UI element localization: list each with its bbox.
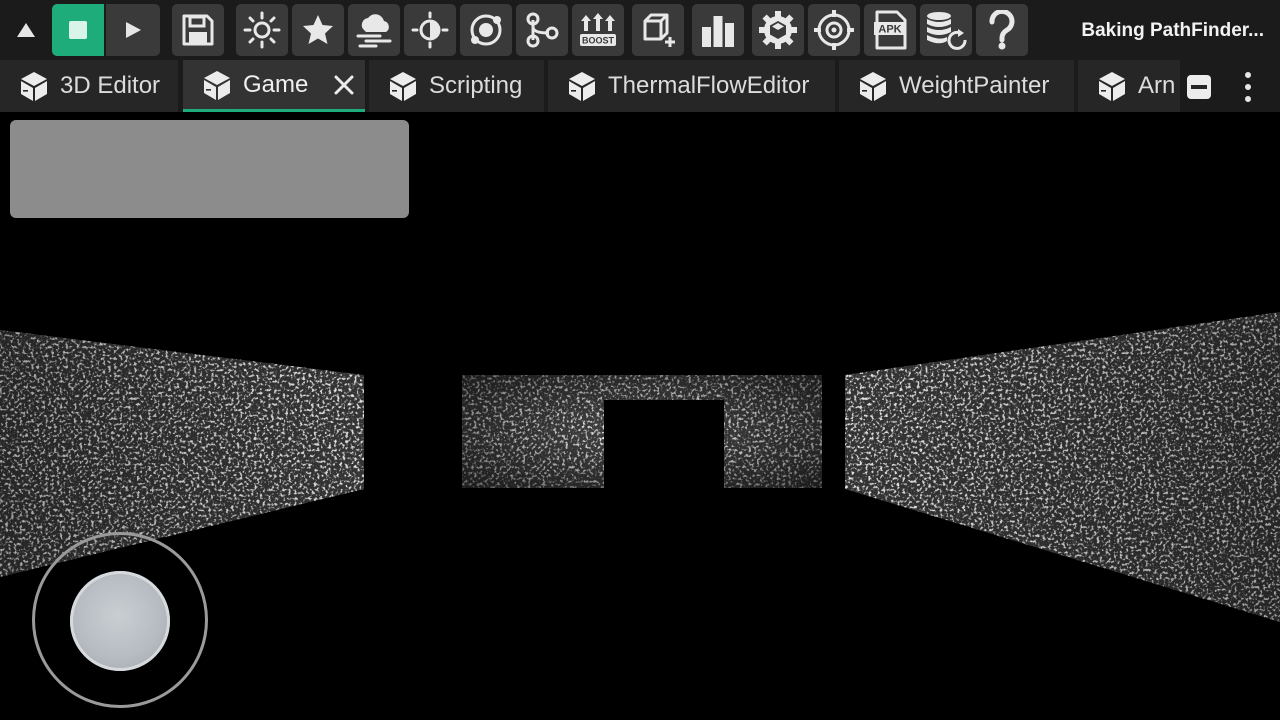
bar-chart-icon bbox=[702, 16, 734, 47]
info-overlay-panel bbox=[10, 120, 409, 218]
save-button[interactable] bbox=[172, 4, 224, 56]
tab-weight-painter[interactable]: WeightPainter bbox=[839, 60, 1074, 112]
lighting-button[interactable] bbox=[236, 4, 288, 56]
export-apk-button[interactable]: APK bbox=[864, 4, 916, 56]
database-refresh-icon bbox=[927, 12, 967, 50]
cube-plus-icon bbox=[643, 13, 675, 47]
game-viewport[interactable] bbox=[0, 112, 1280, 720]
tab-label: Scripting bbox=[429, 72, 523, 99]
triangle-up-icon bbox=[17, 23, 35, 37]
question-mark-icon bbox=[989, 10, 1015, 50]
boost-arrows-icon: BOOST bbox=[580, 13, 616, 46]
dot bbox=[1245, 96, 1251, 102]
cube-icon bbox=[21, 72, 47, 101]
minimize-icon[interactable] bbox=[1186, 74, 1212, 100]
stats-button[interactable] bbox=[692, 4, 744, 56]
target-button[interactable] bbox=[808, 4, 860, 56]
brightness-button[interactable] bbox=[404, 4, 456, 56]
tab-label: ThermalFlowEditor bbox=[608, 72, 810, 99]
half-sun-icon bbox=[411, 11, 449, 49]
cube-icon bbox=[569, 72, 595, 101]
orbit-button[interactable] bbox=[460, 4, 512, 56]
play-button[interactable] bbox=[106, 4, 160, 56]
weather-button[interactable] bbox=[348, 4, 400, 56]
help-button[interactable] bbox=[976, 4, 1028, 56]
cube-icon bbox=[204, 70, 230, 100]
baking-status-text: Baking PathFinder... bbox=[1081, 20, 1264, 41]
tab-game[interactable]: Game bbox=[183, 60, 365, 112]
tab-3d-editor[interactable]: 3D Editor bbox=[0, 60, 178, 112]
left-wall bbox=[0, 330, 364, 577]
collapse-toolbar-button[interactable] bbox=[6, 4, 46, 56]
toolbar: BOOST APK Baking PathFinder... bbox=[0, 0, 1280, 60]
tab-label: 3D Editor bbox=[60, 72, 161, 99]
dot bbox=[1245, 72, 1251, 78]
pathfinding-button[interactable] bbox=[516, 4, 568, 56]
star-icon bbox=[303, 15, 333, 44]
back-wall bbox=[462, 375, 822, 488]
close-icon[interactable] bbox=[333, 74, 355, 96]
cube-icon bbox=[1099, 72, 1125, 101]
right-wall bbox=[845, 312, 1280, 622]
favorites-button[interactable] bbox=[292, 4, 344, 56]
joystick-handle[interactable] bbox=[70, 571, 170, 671]
database-refresh-button[interactable] bbox=[920, 4, 972, 56]
stop-square-icon bbox=[69, 21, 87, 39]
tab-bar: 3D Editor Game Scripting ThermalFlowEdit… bbox=[0, 60, 1280, 112]
node-graph-icon bbox=[526, 12, 559, 48]
tab-label: Game bbox=[243, 70, 309, 98]
apk-file-icon: APK bbox=[874, 10, 907, 50]
tab-arn[interactable]: Arn bbox=[1078, 60, 1180, 112]
gear-cube-icon bbox=[759, 11, 797, 49]
boost-button[interactable]: BOOST bbox=[572, 4, 624, 56]
orbit-icon bbox=[470, 14, 502, 46]
apk-label: APK bbox=[878, 24, 901, 36]
cube-icon bbox=[860, 72, 886, 101]
tab-thermal-flow-editor[interactable]: ThermalFlowEditor bbox=[548, 60, 835, 112]
tab-label: WeightPainter bbox=[899, 72, 1050, 99]
more-options-icon[interactable] bbox=[1234, 70, 1262, 104]
settings-button[interactable] bbox=[752, 4, 804, 56]
sun-rays-icon bbox=[243, 11, 281, 49]
cloud-wind-icon bbox=[356, 14, 392, 48]
tab-label: Arn bbox=[1138, 72, 1176, 99]
dot bbox=[1245, 84, 1251, 90]
play-triangle-icon bbox=[126, 22, 141, 38]
crosshair-gear-icon bbox=[814, 10, 854, 50]
stop-button[interactable] bbox=[52, 4, 104, 56]
add-object-button[interactable] bbox=[632, 4, 684, 56]
tab-scripting[interactable]: Scripting bbox=[369, 60, 544, 112]
boost-label: BOOST bbox=[582, 36, 615, 46]
floppy-disk-icon bbox=[182, 14, 214, 46]
cube-icon bbox=[390, 72, 416, 101]
